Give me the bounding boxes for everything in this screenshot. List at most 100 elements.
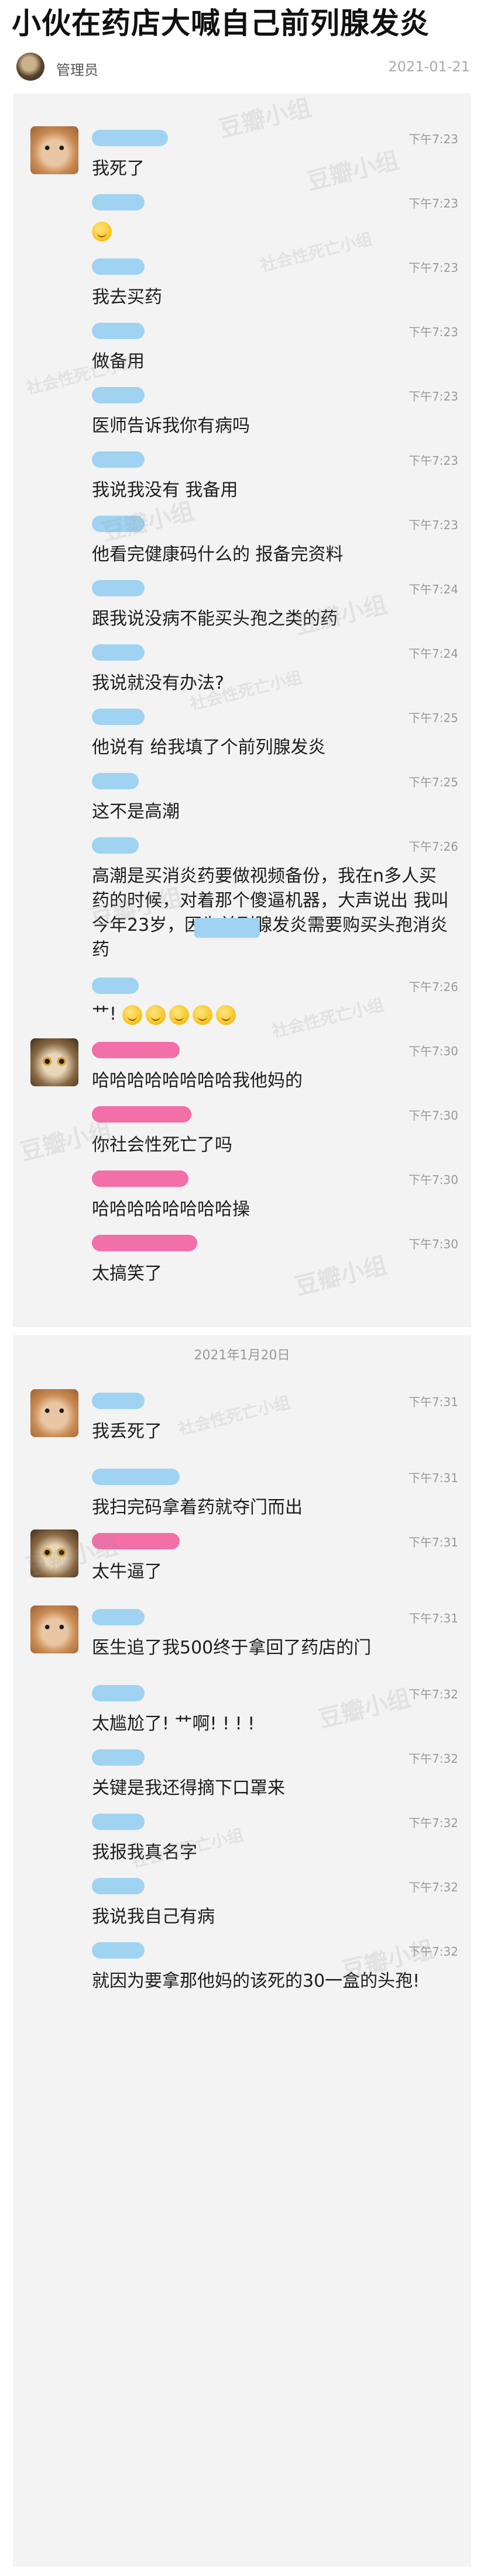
- name-redaction: [92, 837, 139, 854]
- message-text: 艹!: [92, 1004, 117, 1024]
- message-time: 下午7:25: [409, 775, 458, 789]
- message-text: 我丢死了: [92, 1421, 162, 1442]
- message-text: 高潮是买消炎药要做视频备份，我在n多人买药的时候，对着那个傻逼机器，大声说出 我…: [92, 866, 449, 960]
- name-redaction: [92, 1814, 145, 1830]
- message-time: 下午7:30: [409, 1237, 458, 1251]
- name-redaction: [92, 1393, 145, 1409]
- avatar: [30, 1605, 78, 1653]
- message-time: 下午7:32: [409, 1945, 458, 1959]
- message-text: 他说有 给我填了个前列腺发炎: [92, 737, 326, 758]
- avatar: [30, 1038, 78, 1086]
- name-redaction: [92, 451, 145, 468]
- message-text: 太牛逼了: [92, 1562, 162, 1582]
- message-time: 下午7:24: [409, 582, 458, 596]
- message-time: 下午7:31: [409, 1471, 458, 1485]
- avatar: [30, 1529, 78, 1577]
- message-text: 哈哈哈哈哈哈哈哈我他妈的: [92, 1071, 303, 1091]
- message-text: 你社会性死亡了吗: [92, 1135, 232, 1155]
- name-redaction: [92, 1469, 180, 1485]
- message-text: 他看完健康码什么的 报备完资料: [92, 544, 344, 565]
- message-time: 下午7:31: [409, 1395, 458, 1409]
- message-time: 下午7:32: [409, 1687, 458, 1701]
- post-title: 小伙在药店大喊自己前列腺发炎: [12, 6, 430, 40]
- message-time: 下午7:24: [409, 647, 458, 661]
- message-time: 下午7:23: [409, 389, 458, 403]
- avatar: [30, 126, 78, 174]
- message-text: 哈哈哈哈哈哈哈哈操: [92, 1199, 250, 1220]
- message-text: 这不是高潮: [92, 802, 180, 822]
- name-redaction: [92, 709, 145, 725]
- name-redaction: [92, 258, 145, 275]
- name-redaction: [92, 1042, 180, 1058]
- message-text: 跟我说没病不能买头孢之类的药: [92, 609, 338, 629]
- message-text: 我扫完码拿着药就夺门而出: [92, 1497, 303, 1518]
- name-redaction: [92, 1942, 145, 1959]
- date-divider: 2021年1月20日: [194, 1348, 290, 1363]
- name-redaction: [92, 1878, 145, 1894]
- message-time: 下午7:32: [409, 1752, 458, 1766]
- name-redaction: [92, 1170, 188, 1187]
- name-redaction: [92, 130, 168, 146]
- name-redaction: [92, 1235, 197, 1251]
- message-text: 太搞笑了: [92, 1263, 162, 1284]
- smile-emoji-icon: [145, 1004, 166, 1025]
- emoji-row: [92, 219, 115, 243]
- message-time: 下午7:31: [409, 1535, 458, 1549]
- name-redaction: [92, 1533, 180, 1549]
- message-text: 就因为要拿那他妈的该死的30一盒的头孢!: [92, 1971, 420, 1991]
- message-text: 我说就没有办法?: [92, 673, 224, 693]
- message-time: 下午7:32: [409, 1880, 458, 1894]
- name-redaction: [92, 1685, 145, 1701]
- message-text: 我说我自己有病: [92, 1907, 215, 1927]
- smile-emoji-icon: [92, 221, 112, 241]
- name-redaction: [92, 323, 145, 339]
- name-redaction: [92, 773, 139, 789]
- message-time: 下午7:23: [409, 325, 458, 339]
- message-time: 下午7:23: [409, 196, 458, 210]
- emoji-row: 艹!: [92, 1002, 239, 1027]
- name-redaction: [92, 580, 145, 596]
- message-text: 我说我没有 我备用: [92, 480, 238, 500]
- message-time: 下午7:23: [409, 261, 458, 275]
- message-time: 下午7:30: [409, 1109, 458, 1123]
- message-text: 我报我真名字: [92, 1842, 197, 1863]
- name-redaction: [92, 1106, 191, 1123]
- name-redaction: [92, 1609, 145, 1625]
- chat-screenshot: 下午7:23 我死了 下午7:23 下午7:23 我去买药 下午7:23 做备用…: [13, 94, 471, 2567]
- name-redaction: [92, 194, 145, 210]
- message-text: 做备用: [92, 351, 145, 372]
- message-time: 下午7:23: [409, 132, 458, 146]
- smile-emoji-icon: [169, 1004, 189, 1025]
- message-text: 关键是我还得摘下口罩来: [92, 1778, 285, 1798]
- message-time: 下午7:26: [409, 980, 458, 994]
- watermark: 豆瓣小组: [216, 94, 314, 143]
- message-text: 医师告诉我你有病吗: [92, 416, 250, 436]
- watermark: 社会性死亡小组: [270, 995, 386, 1042]
- message-text: 我去买药: [92, 287, 162, 308]
- message-time: 下午7:30: [409, 1044, 458, 1058]
- message-text: 医生追了我500终于拿回了药店的门: [92, 1638, 372, 1658]
- smile-emoji-icon: [192, 1004, 212, 1025]
- name-redaction: [92, 644, 145, 661]
- name-redaction: [92, 978, 139, 994]
- name-redaction: [92, 1749, 145, 1766]
- name-redaction: [194, 918, 260, 938]
- message-time: 下午7:30: [409, 1173, 458, 1187]
- message-time: 下午7:31: [409, 1611, 458, 1625]
- message-time: 下午7:26: [409, 840, 458, 854]
- message-text: 我死了: [92, 158, 145, 179]
- smile-emoji-icon: [122, 1004, 142, 1025]
- message-text: 太尴尬了! 艹啊! ! ! !: [92, 1714, 255, 1734]
- author-avatar[interactable]: [16, 53, 44, 81]
- name-redaction: [92, 387, 145, 403]
- smile-emoji-icon: [215, 1004, 236, 1025]
- message-time: 下午7:25: [409, 711, 458, 725]
- author-name[interactable]: 管理员: [56, 58, 98, 79]
- post-date: 2021-01-21: [388, 58, 470, 75]
- message-time: 下午7:23: [409, 518, 458, 532]
- message-time: 下午7:23: [409, 454, 458, 468]
- watermark: 社会性死亡小组: [258, 229, 375, 276]
- section-gap: [13, 1327, 471, 1335]
- message-time: 下午7:32: [409, 1816, 458, 1830]
- name-redaction: [92, 516, 145, 532]
